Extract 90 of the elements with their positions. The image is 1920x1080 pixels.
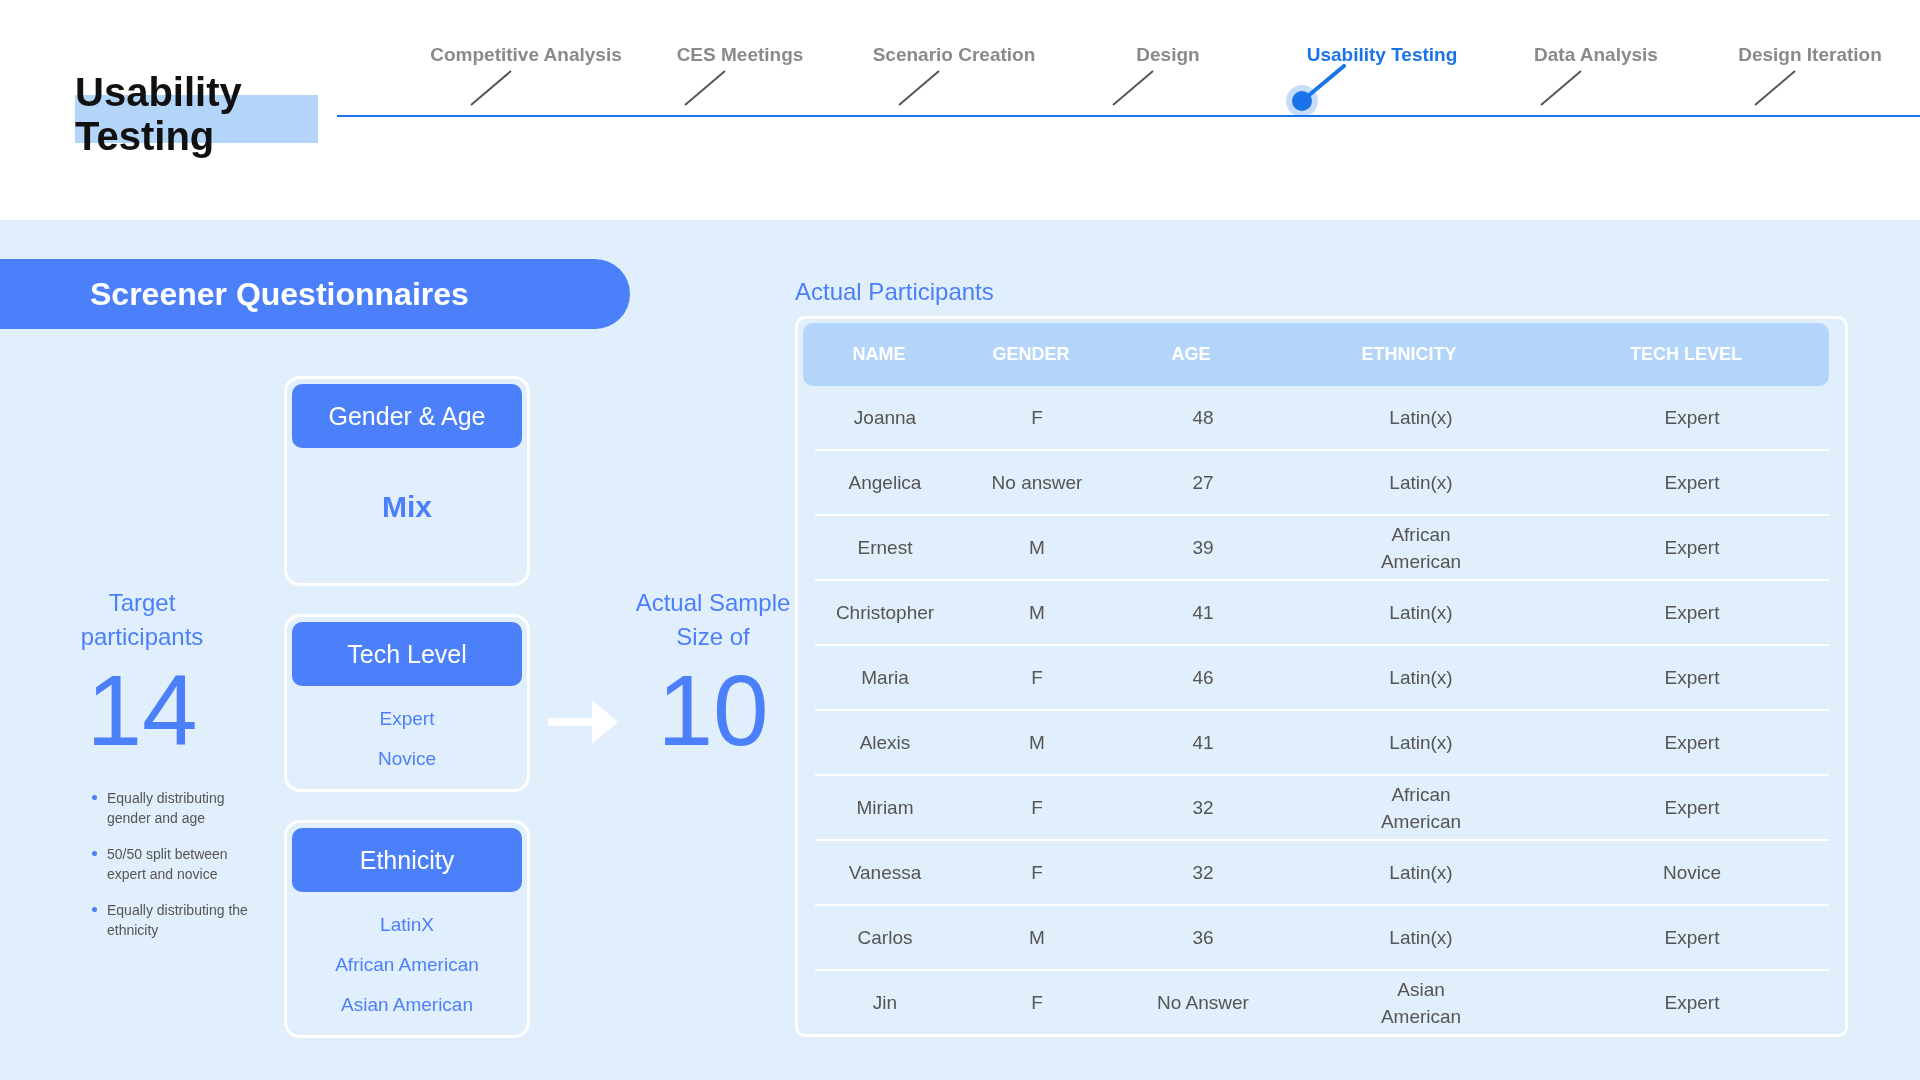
table-cell-text: Latin(x) (1389, 861, 1453, 885)
table-cell-text: Expert (1664, 731, 1720, 755)
timeline-step[interactable]: Usability Testing (1306, 44, 1458, 66)
timeline-tick (1540, 70, 1582, 106)
target-label: Target participants (79, 588, 205, 652)
timeline-step[interactable]: Scenario Creation (872, 44, 1036, 66)
table-cell-text: F (1031, 666, 1043, 690)
card-value: Expert (379, 708, 435, 730)
table-cell-text: Expert (1664, 796, 1720, 820)
table-cell-text: F (1031, 406, 1043, 430)
column-header: GENDER (991, 344, 1071, 365)
table-cell-text: F (1031, 796, 1043, 820)
table-cell-text: Expert (1664, 991, 1720, 1015)
table-cell-text: 46 (1192, 666, 1214, 690)
table-cell-text: African American (1379, 782, 1463, 834)
card-header: Tech Level (292, 622, 522, 686)
table-cell-text: Alexis (859, 731, 911, 755)
table-cell-text: M (1029, 731, 1045, 755)
actual-label: Actual Sample Size of (634, 588, 792, 652)
table-cell-text: Vanessa (848, 861, 922, 885)
table-cell-text: Maria (861, 666, 909, 690)
table-cell-text: Latin(x) (1389, 731, 1453, 755)
timeline-step[interactable]: Design Iteration (1738, 44, 1882, 66)
bullet-text: Equally distributing the ethnicity (107, 901, 249, 940)
table-cell-text: Latin(x) (1389, 601, 1453, 625)
table-cell-text: 36 (1192, 926, 1214, 950)
timeline-tick (684, 70, 726, 106)
card-value: Asian American (341, 994, 473, 1016)
table-cell-text: Expert (1664, 926, 1720, 950)
table-cell-text: African American (1379, 522, 1463, 574)
actual-number: 10 (657, 660, 769, 760)
table-cell-text: 27 (1192, 471, 1214, 495)
card-value: African American (335, 954, 479, 976)
table-cell-text: F (1031, 991, 1043, 1015)
table-cell-text: Ernest (857, 536, 913, 560)
timeline-tick (470, 70, 512, 106)
timeline-step[interactable]: Design (1136, 44, 1200, 66)
table-cell-text: Latin(x) (1389, 666, 1453, 690)
table-cell-text: No answer (991, 471, 1083, 495)
table-cell-text: M (1029, 926, 1045, 950)
table-cell-text: 32 (1192, 796, 1214, 820)
table-cell-text: M (1029, 536, 1045, 560)
card-value: Mix (382, 489, 432, 525)
bullet-icon (92, 851, 97, 856)
table-cell-text: 48 (1192, 406, 1214, 430)
card-value: LatinX (380, 914, 434, 936)
timeline-tick (1754, 70, 1796, 106)
table-cell-text: Novice (1662, 861, 1722, 885)
bullet-text: 50/50 split between expert and novice (107, 845, 229, 884)
table-cell-text: Latin(x) (1389, 406, 1453, 430)
table-cell-text: Expert (1664, 406, 1720, 430)
timeline-step[interactable]: Data Analysis (1534, 44, 1658, 66)
column-header: TECH LEVEL (1629, 344, 1743, 365)
table-cell-text: 41 (1192, 731, 1214, 755)
card-header: Gender & Age (292, 384, 522, 448)
table-cell-text: Carlos (857, 926, 913, 950)
timeline-tick (898, 70, 940, 106)
table-cell-text: No Answer (1157, 991, 1249, 1015)
table-cell-text: Expert (1664, 536, 1720, 560)
timeline-step[interactable]: Competitive Analysis (430, 44, 622, 66)
table-cell-text: Latin(x) (1389, 471, 1453, 495)
arrow-icon (548, 700, 618, 744)
target-number: 14 (86, 660, 198, 760)
table-cell-text: F (1031, 861, 1043, 885)
table-cell-text: Miriam (856, 796, 914, 820)
table-cell-text: Expert (1664, 471, 1720, 495)
timeline-tick (1112, 70, 1154, 106)
table-cell-text: Christopher (835, 601, 935, 625)
table-cell-text: 32 (1192, 861, 1214, 885)
bullet-icon (92, 795, 97, 800)
column-header: AGE (1170, 344, 1212, 365)
column-header: NAME (851, 344, 907, 365)
table-cell-text: Jin (872, 991, 898, 1015)
timeline-step[interactable]: CES Meetings (676, 44, 804, 66)
card-value: Novice (377, 748, 437, 770)
card-header: Ethnicity (292, 828, 522, 892)
column-header: ETHNICITY (1360, 344, 1458, 365)
bullet-text: Equally distributing gender and age (107, 789, 226, 828)
table-cell-text: Joanna (853, 406, 917, 430)
table-cell-text: Expert (1664, 601, 1720, 625)
table-cell-text: M (1029, 601, 1045, 625)
table-cell-text: Expert (1664, 666, 1720, 690)
section-banner: Screener Questionnaires (0, 259, 630, 329)
table-cell-text: Latin(x) (1389, 926, 1453, 950)
table-cell-text: 41 (1192, 601, 1214, 625)
table-cell-text: 39 (1192, 536, 1214, 560)
bullet-icon (92, 907, 97, 912)
table-cell-text: Asian American (1379, 977, 1463, 1029)
table-title: Actual Participants (795, 278, 995, 306)
table-cell-text: Angelica (848, 471, 922, 495)
